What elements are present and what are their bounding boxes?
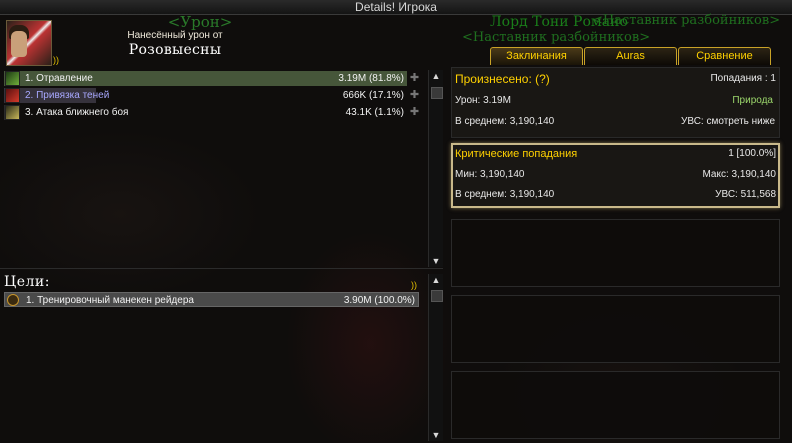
- damage-total: Урон: 3.19M: [455, 95, 511, 106]
- section-divider: [0, 268, 443, 269]
- damage-type-title: <Урон>: [167, 13, 233, 31]
- spell-school: Природа: [732, 95, 773, 106]
- crit-min: Мин: 3,190,140: [455, 169, 525, 180]
- tab-spells[interactable]: Заклинания: [490, 47, 583, 65]
- tab-auras[interactable]: Auras: [584, 47, 677, 65]
- scroll-up-icon[interactable]: ▲: [429, 274, 443, 286]
- cast-details-panel: Произнесено: (?) Попадания : 1 Урон: 3.1…: [451, 67, 780, 138]
- empty-details-panel: [451, 219, 780, 287]
- list-item[interactable]: 3. Атака ближнего боя 43.1K (1.1%) ✚: [4, 104, 422, 121]
- spell-list: 1. Отравление 3.19M (81.8%) ✚ 2. Привязк…: [4, 70, 422, 121]
- target-list-scrollbar[interactable]: ▲ ▼: [428, 274, 443, 441]
- spell-value: 43.1K (1.1%): [345, 107, 404, 118]
- melee-sword-icon: [5, 105, 20, 120]
- player-name: Розовыесны: [128, 42, 222, 58]
- average-damage: В среднем: 3,190,140: [455, 116, 555, 127]
- crit-details-panel[interactable]: Критические попадания 1 [100.0%] Мин: 3,…: [451, 143, 780, 208]
- expand-plus-icon[interactable]: ✚: [409, 90, 420, 101]
- cast-title[interactable]: Произнесено: (?): [455, 72, 550, 86]
- scroll-thumb[interactable]: [431, 87, 443, 99]
- player-portrait: [6, 20, 52, 66]
- spell-name: 1. Отравление: [25, 73, 93, 84]
- targets-title: Цели:: [4, 274, 50, 290]
- empty-details-panel: [451, 371, 780, 439]
- spell-value: 3.19M (81.8%): [338, 73, 404, 84]
- crit-average: В среднем: 3,190,140: [455, 189, 555, 200]
- target-list: 1. Тренировочный манекен рейдера 3.90M (…: [4, 292, 419, 307]
- target-value: 3.90M (100.0%): [343, 295, 415, 306]
- shadow-bind-icon: [5, 88, 20, 103]
- poison-icon: [5, 71, 20, 86]
- list-item[interactable]: 1. Отравление 3.19M (81.8%) ✚: [4, 70, 422, 87]
- spell-value: 666K (17.1%): [342, 90, 404, 101]
- hits-count: Попадания : 1: [710, 73, 776, 84]
- portrait-face: [11, 31, 27, 57]
- damage-from-label: Нанесённый урон от: [127, 30, 223, 41]
- empty-details-panel: [451, 295, 780, 363]
- tab-compare[interactable]: Сравнение: [678, 47, 771, 65]
- expand-plus-icon[interactable]: ✚: [409, 107, 420, 118]
- crit-count: 1 [100.0%]: [728, 148, 776, 159]
- dps-note: УВС: смотреть ниже: [681, 116, 775, 127]
- spell-name: 2. Привязка теней: [25, 90, 110, 101]
- crit-dps: УВС: 511,568: [715, 189, 776, 200]
- crit-title: Критические попадания: [455, 148, 578, 160]
- target-npc-title-overlap: <Наставник разбойников>: [592, 13, 781, 28]
- table-row[interactable]: 1. Тренировочный манекен рейдера 3.90M (…: [4, 292, 419, 307]
- scroll-thumb[interactable]: [431, 290, 443, 302]
- target-name: 1. Тренировочный манекен рейдера: [26, 295, 194, 306]
- spell-name: 3. Атака ближнего боя: [25, 107, 129, 118]
- list-item[interactable]: 2. Привязка теней 666K (17.1%) ✚: [4, 87, 422, 104]
- crit-max: Макс: 3,190,140: [702, 169, 776, 180]
- sound-wave-icon[interactable]: )): [411, 280, 417, 290]
- scroll-down-icon[interactable]: ▼: [429, 429, 443, 441]
- spell-list-scrollbar[interactable]: ▲ ▼: [428, 70, 443, 267]
- skull-icon: [7, 294, 19, 306]
- scroll-up-icon[interactable]: ▲: [429, 70, 443, 82]
- target-npc-title: <Наставник разбойников>: [462, 30, 651, 45]
- scroll-down-icon[interactable]: ▼: [429, 255, 443, 267]
- expand-plus-icon[interactable]: ✚: [409, 73, 420, 84]
- sound-wave-icon[interactable]: )): [53, 55, 59, 65]
